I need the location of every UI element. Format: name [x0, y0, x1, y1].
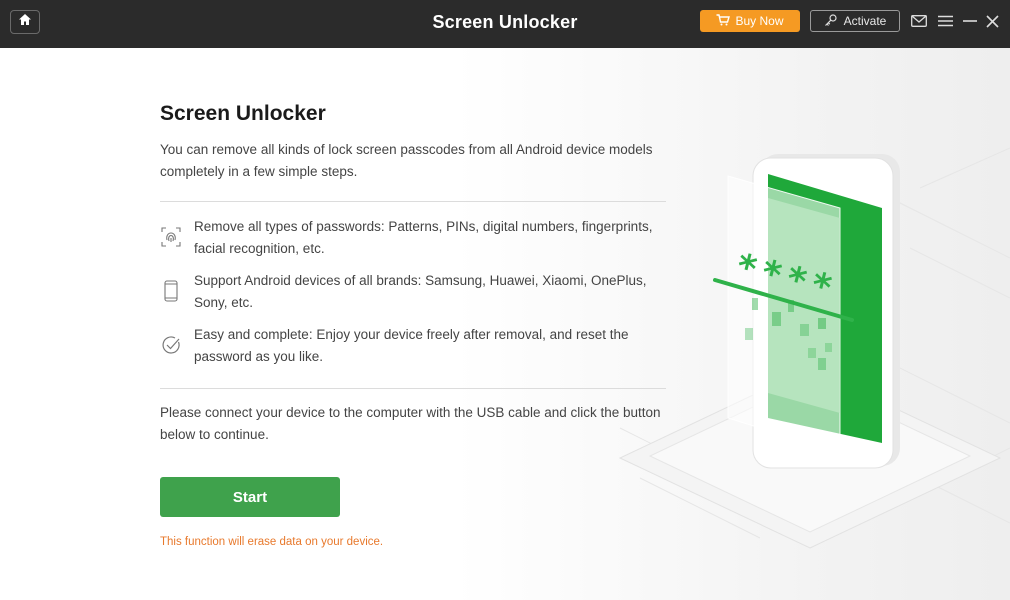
activate-label: Activate: [843, 14, 887, 28]
erase-warning: This function will erase data on your de…: [160, 536, 384, 548]
minimize-icon[interactable]: [961, 12, 979, 30]
main-panel: Screen Unlocker You can remove all kinds…: [0, 48, 1010, 600]
title-bar: Screen Unlocker Buy Now Activate: [0, 0, 1010, 48]
buy-now-label: Buy Now: [735, 14, 784, 28]
key-icon: [824, 13, 838, 30]
phone-icon: [160, 280, 182, 302]
phone-unlock-illustration: ****: [618, 147, 1010, 549]
cart-icon: [716, 13, 731, 29]
fingerprint-icon: [160, 226, 182, 248]
buy-now-button[interactable]: Buy Now: [700, 10, 800, 32]
page-title: Screen Unlocker: [160, 102, 326, 125]
close-icon[interactable]: [983, 12, 1001, 30]
activate-button[interactable]: Activate: [810, 10, 900, 32]
start-button[interactable]: Start: [160, 477, 340, 517]
check-circle-icon: [160, 334, 182, 356]
menu-icon[interactable]: [936, 12, 954, 30]
mail-icon[interactable]: [910, 12, 928, 30]
